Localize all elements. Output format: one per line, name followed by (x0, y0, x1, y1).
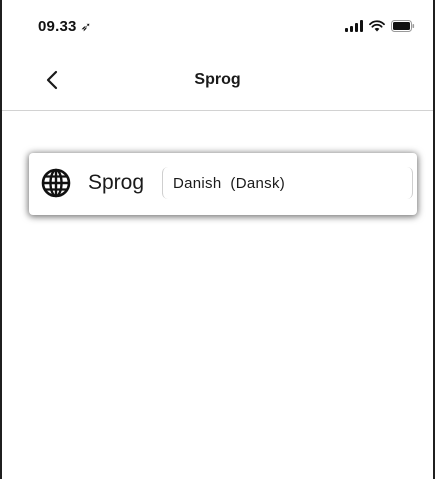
location-arrow-icon: ➶ (80, 19, 92, 34)
status-icons (345, 20, 415, 32)
wifi-icon (369, 20, 385, 32)
signal-icon (345, 20, 363, 32)
navigation-bar: Sprog (2, 50, 433, 111)
status-time-container: 09.33 ➶ (38, 18, 92, 35)
language-select[interactable]: Danish (Dansk) (162, 167, 413, 199)
language-label: Sprog (88, 171, 145, 194)
language-setting-card: Sprog Danish (Dansk) (29, 153, 417, 215)
app-screen: 09.33 ➶ Sprog Sprog Danish (Dansk) (0, 0, 435, 479)
battery-icon (391, 20, 415, 32)
globe-icon (41, 168, 71, 198)
page-title: Sprog (194, 71, 241, 88)
status-time: 09.33 (38, 18, 77, 35)
status-bar: 09.33 ➶ (2, 0, 433, 46)
